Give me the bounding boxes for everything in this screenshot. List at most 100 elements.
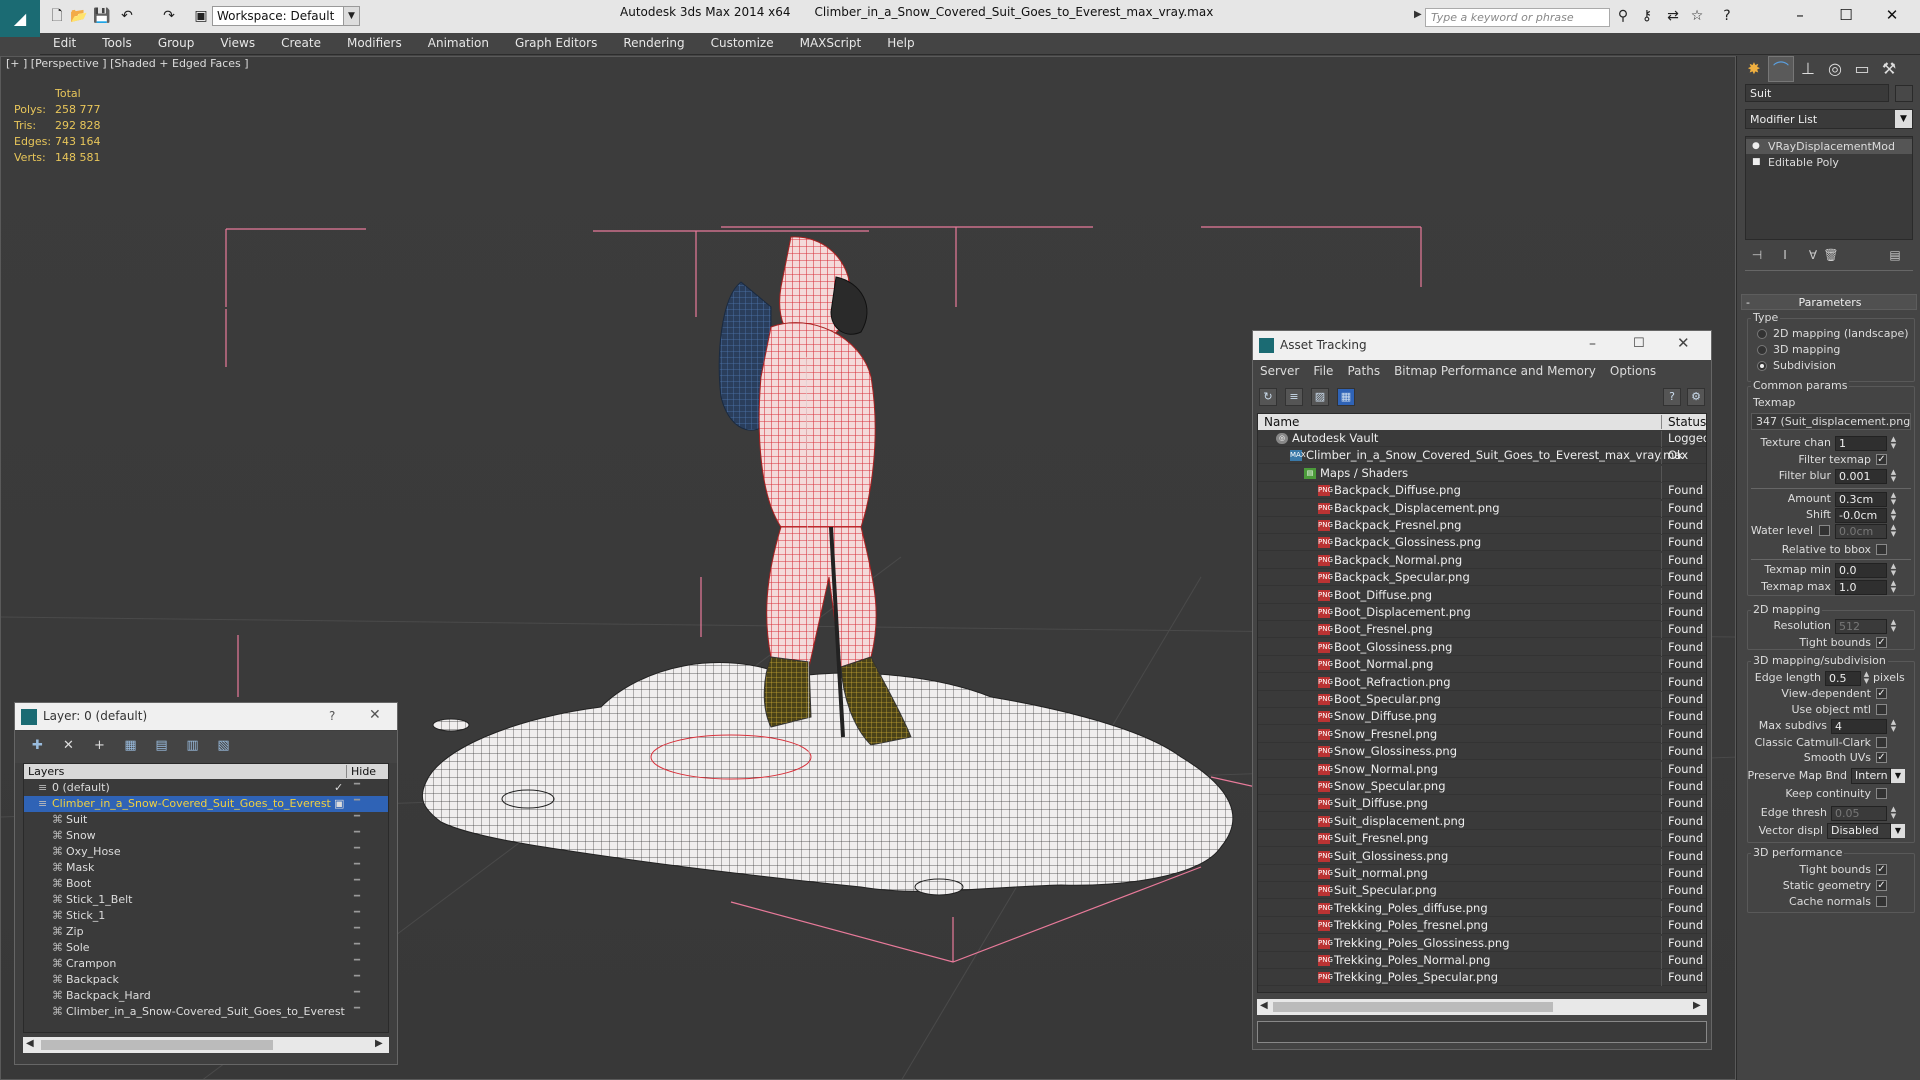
app-logo-icon[interactable]: ◢ [0,0,40,37]
asset-row[interactable]: PNG Suit_Diffuse.png Found [1258,795,1706,813]
make-unique-icon[interactable]: ∀ [1803,246,1823,264]
hide-toggle[interactable]: ━ [354,843,360,854]
list-view-icon[interactable]: ≡ [1285,388,1303,406]
lightbulb-icon[interactable]: ● [1752,141,1761,151]
resolution-field[interactable]: 512 [1835,619,1887,634]
spinner-icon[interactable]: ▲ ▼ [1889,580,1898,595]
asset-row[interactable]: PNG Suit_normal.png Found [1258,865,1706,882]
menu-help[interactable]: Help [874,33,927,54]
asset-row[interactable]: PNG Boot_Normal.png Found [1258,656,1706,674]
menu-views[interactable]: Views [207,33,268,54]
layer-row[interactable]: ⌘ Suit ━ [24,811,388,828]
spinner-icon[interactable]: ▲ ▼ [1889,436,1898,451]
maximize-icon[interactable]: ☐ [1633,336,1645,351]
layer-row[interactable]: ⌘ Crampon ━ [24,955,388,972]
asset-row[interactable]: PNG Trekking_Poles_Normal.png Found [1258,952,1706,969]
chevron-down-icon[interactable]: ▼ [1895,110,1912,128]
spinner-icon[interactable]: ▲ ▼ [1889,524,1898,539]
edge-length-field[interactable]: 0.5 [1825,671,1861,686]
filter-texmap-checkbox[interactable]: ✓ [1876,454,1887,465]
scroll-right-icon[interactable]: ▶ [375,1038,383,1049]
use-object-mtl-checkbox[interactable] [1876,704,1887,715]
texture-chan-field[interactable]: 1 [1835,436,1887,451]
layers-column-header[interactable]: Layers [28,765,64,778]
hide-toggle[interactable]: ━ [354,923,360,934]
layer-row[interactable]: ⌘ Boot ━ [24,875,388,892]
vector-displ-dropdown[interactable]: Disabled [1827,823,1891,839]
hierarchy-tab-icon[interactable]: ⊥ [1795,56,1821,82]
save-icon[interactable]: 💾 [93,7,111,25]
display-tab-icon[interactable]: ▭ [1849,56,1875,82]
menu-group[interactable]: Group [145,33,208,54]
asset-menu-file[interactable]: File [1306,360,1340,382]
layer-window-title[interactable]: Layer: 0 (default) [15,703,397,730]
close-icon[interactable]: ✕ [1872,4,1912,26]
asset-row[interactable]: PNG Suit_Glossiness.png Found [1258,848,1706,865]
asset-row[interactable]: PNG Suit_displacement.png Found [1258,813,1706,830]
hide-toggle[interactable]: ━ [354,955,360,966]
layer-row[interactable]: ⌘ Backpack ━ [24,971,388,988]
asset-row[interactable]: PNG Backpack_Fresnel.png Found [1258,517,1706,534]
minimize-icon[interactable]: – [1780,4,1820,26]
radio-2d-mapping[interactable] [1757,329,1767,339]
spinner-icon[interactable]: ▲ ▼ [1889,469,1898,484]
search-expand-icon[interactable]: ▶ [1414,9,1422,20]
water-level-field[interactable]: 0.0cm [1835,524,1887,539]
key-icon[interactable]: ⚷ [1638,7,1656,25]
hide-toggle[interactable]: ━ [354,827,360,838]
asset-row[interactable]: PNG Snow_Specular.png Found [1258,778,1706,795]
layer-row[interactable]: ⌘ Sole ━ [24,939,388,956]
configure-sets-icon[interactable]: ▤ [1885,246,1905,264]
utilities-tab-icon[interactable]: ⚒ [1876,56,1902,82]
asset-row[interactable]: PNG Backpack_Displacement.png Found [1258,500,1706,517]
asset-row[interactable]: ◎ Autodesk Vault Logged Out [1258,430,1706,447]
hide-toggle[interactable]: ━ [354,779,360,790]
spinner-icon[interactable]: ▲ ▼ [1889,806,1898,821]
asset-row[interactable]: ▤ Maps / Shaders [1258,465,1706,482]
tight-bounds-checkbox[interactable]: ✓ [1876,637,1887,648]
asset-menu-bitmap-performance-and-memory[interactable]: Bitmap Performance and Memory [1387,360,1603,382]
minimize-icon[interactable]: – [1589,336,1596,352]
show-end-result-icon[interactable]: I [1775,246,1795,264]
asset-row[interactable]: PNG Suit_Fresnel.png Found [1258,830,1706,848]
parameters-rollout-header[interactable]: - Parameters [1741,294,1917,310]
asset-row[interactable]: PNG Suit_Specular.png Found [1258,882,1706,900]
asset-row[interactable]: PNG Snow_Normal.png Found [1258,761,1706,778]
relative-bbox-checkbox[interactable] [1876,544,1887,555]
create-tab-icon[interactable]: ✸ [1741,56,1767,82]
menu-tools[interactable]: Tools [89,33,145,54]
current-layer-check-icon[interactable]: ✓ [334,781,343,794]
workspace-dropdown[interactable]: Workspace: Default [212,6,360,26]
asset-menu-options[interactable]: Options [1603,360,1663,382]
asset-row[interactable]: PNG Boot_Specular.png Found [1258,691,1706,708]
water-level-checkbox[interactable] [1819,525,1830,536]
layer-row[interactable]: ⌘ Snow ━ [24,827,388,844]
layer-row[interactable]: ⌘ Stick_1 ━ [24,907,388,924]
asset-row[interactable]: PNG Boot_Glossiness.png Found [1258,639,1706,656]
select-objects-icon[interactable]: ▦ [122,737,139,754]
name-column-header[interactable]: Name [1264,415,1299,429]
hide-toggle[interactable]: ━ [354,987,360,998]
set-current-icon[interactable]: ▣ [334,797,344,810]
redo-icon[interactable]: ↷ [160,7,178,25]
amount-field[interactable]: 0.3cm [1835,492,1887,507]
layer-row[interactable]: ⌘ Climber_in_a_Snow-Covered_Suit_Goes_to_… [24,1003,388,1020]
asset-row[interactable]: PNG Trekking_Poles_diffuse.png Found [1258,900,1706,917]
table-view-icon[interactable]: ▦ [1337,388,1355,406]
help-button[interactable]: ? [329,709,335,723]
hide-toggle[interactable]: ━ [354,971,360,982]
hide-column-header[interactable]: Hide [346,765,382,778]
remove-modifier-icon[interactable]: 🗑 [1821,246,1841,264]
hide-toggle[interactable]: ━ [354,875,360,886]
maximize-icon[interactable]: ☐ [1826,4,1866,26]
open-file-icon[interactable]: 📂 [70,7,88,25]
view-dependent-checkbox[interactable]: ✓ [1876,688,1887,699]
layer-row[interactable]: ⌘ Mask ━ [24,859,388,876]
stack-item-vray-displacement[interactable]: ● VRayDisplacementMod [1746,139,1912,154]
layer-row[interactable]: ⌘ Backpack_Hard ━ [24,987,388,1004]
catmull-clark-checkbox[interactable] [1876,737,1887,748]
hide-all-icon[interactable]: ▥ [184,737,201,754]
spinner-icon[interactable]: ▲ ▼ [1889,508,1898,523]
layer-row[interactable]: ≡ Climber_in_a_Snow-Covered_Suit_Goes_to_… [24,795,388,812]
menu-create[interactable]: Create [268,33,334,54]
